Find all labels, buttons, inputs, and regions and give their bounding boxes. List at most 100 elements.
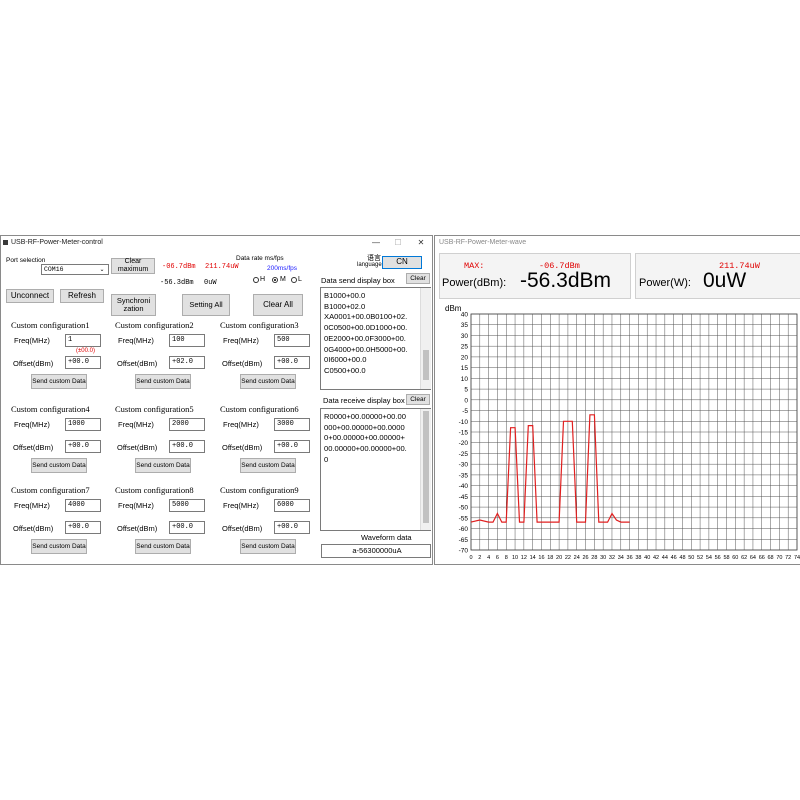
sync-button[interactable]: Synchroni zation <box>111 294 156 316</box>
config-9-offset-input[interactable]: +00.0 <box>274 521 310 534</box>
minimize-button[interactable]: — <box>366 236 386 250</box>
config-5-freq-input[interactable]: 2000 <box>169 418 205 431</box>
config-1-send-button[interactable]: Send custom Data <box>31 374 87 389</box>
config-3-offset-value: +00.0 <box>277 358 299 366</box>
config-8-title: Custom configuration8 <box>115 485 194 495</box>
config-3-offset-input[interactable]: +00.0 <box>274 356 310 369</box>
x-tick-label: 10 <box>512 555 518 561</box>
x-tick-label: 48 <box>679 555 685 561</box>
y-tick-label: -15 <box>459 430 469 437</box>
send-scrollbar[interactable] <box>420 288 431 389</box>
y-tick-label: -20 <box>459 440 469 447</box>
clear-all-button[interactable]: Clear All <box>253 294 303 316</box>
wave-max-label: MAX: <box>464 261 485 271</box>
setting-all-button[interactable]: Setting All <box>182 294 230 316</box>
config-8-offset-label: Offset(dBm) <box>117 524 158 533</box>
x-tick-label: 52 <box>697 555 703 561</box>
y-tick-label: -40 <box>459 483 469 490</box>
config-8-offset-value: +00.0 <box>172 523 194 531</box>
radio-l-label: L <box>298 276 302 283</box>
config-5-send-button[interactable]: Send custom Data <box>135 458 191 473</box>
recv-line: 000+00.00000+00.0000 <box>324 422 405 432</box>
maximize-button[interactable]: ☐ <box>388 236 408 250</box>
send-box-label: Data send display box <box>321 276 395 285</box>
config-2-title: Custom configuration2 <box>115 320 194 330</box>
x-tick-label: 68 <box>768 555 774 561</box>
y-tick-label: 10 <box>461 376 469 383</box>
config-9-offset-label: Offset(dBm) <box>222 524 263 533</box>
radio-m[interactable] <box>272 277 278 283</box>
config-6-send-button[interactable]: Send custom Data <box>240 458 296 473</box>
x-tick-label: 72 <box>785 555 791 561</box>
clear-max-button[interactable]: Clear maximum <box>111 258 155 274</box>
config-4-freq-label: Freq(MHz) <box>14 420 50 429</box>
lang-button[interactable]: CN <box>382 256 422 269</box>
config-2-offset-input[interactable]: +02.0 <box>169 356 205 369</box>
waveform-label: Waveform data <box>361 533 412 542</box>
x-tick-label: 56 <box>715 555 721 561</box>
config-5-offset-value: +00.0 <box>172 442 194 450</box>
send-clear-button[interactable]: Clear <box>406 273 430 284</box>
x-tick-label: 46 <box>671 555 677 561</box>
y-tick-label: -25 <box>459 451 469 458</box>
close-button[interactable]: ✕ <box>411 236 431 250</box>
config-4-send-button[interactable]: Send custom Data <box>31 458 87 473</box>
radio-l[interactable] <box>291 277 297 283</box>
config-5-freq-label: Freq(MHz) <box>118 420 154 429</box>
power-dbm-label: Power(dBm): <box>442 277 507 289</box>
config-9-offset-value: +00.0 <box>277 523 299 531</box>
config-5-offset-input[interactable]: +00.0 <box>169 440 205 453</box>
x-tick-label: 50 <box>688 555 694 561</box>
send-scroll-thumb[interactable] <box>423 350 429 380</box>
x-tick-label: 2 <box>478 555 481 561</box>
lang-sub: language <box>357 262 382 268</box>
send-textbox[interactable]: B1000+00.0 B1000+02.0 XA0001+00.0B0100+02.… <box>320 287 431 390</box>
x-tick-label: 36 <box>627 555 633 561</box>
x-tick-label: 58 <box>723 555 729 561</box>
config-4-offset-label: Offset(dBm) <box>13 443 54 452</box>
config-6-title: Custom configuration6 <box>220 404 299 414</box>
config-6-offset-input[interactable]: +00.0 <box>274 440 310 453</box>
recv-scroll-thumb[interactable] <box>423 411 429 523</box>
config-2-freq-input[interactable]: 100 <box>169 334 205 347</box>
config-9-freq-input[interactable]: 6000 <box>274 499 310 512</box>
config-8-freq-input[interactable]: 5000 <box>169 499 205 512</box>
port-select[interactable]: COM16 ⌄ <box>41 264 109 275</box>
config-4-freq-value: 1000 <box>68 420 85 428</box>
y-tick-label: 20 <box>461 354 469 361</box>
config-2-send-button[interactable]: Send custom Data <box>135 374 191 389</box>
waveform-field[interactable]: a-56300000uA <box>321 544 431 558</box>
config-3-send-button[interactable]: Send custom Data <box>240 374 296 389</box>
config-7-freq-label: Freq(MHz) <box>14 501 50 510</box>
y-tick-label: -5 <box>462 408 468 415</box>
config-1-freq-input[interactable]: 1 <box>65 334 101 347</box>
max-uw: 211.74uW <box>205 263 239 271</box>
config-6-freq-input[interactable]: 3000 <box>274 418 310 431</box>
radio-h[interactable] <box>253 277 259 283</box>
config-4-title: Custom configuration4 <box>11 404 90 414</box>
config-6-freq-label: Freq(MHz) <box>223 420 259 429</box>
y-tick-label: -70 <box>459 548 469 555</box>
config-9-send-button[interactable]: Send custom Data <box>240 539 296 554</box>
x-tick-label: 6 <box>496 555 499 561</box>
recv-textbox[interactable]: R0000+00.00000+00.00 000+00.00000+00.0000… <box>320 408 431 531</box>
config-8-offset-input[interactable]: +00.0 <box>169 521 205 534</box>
config-7-freq-input[interactable]: 4000 <box>65 499 101 512</box>
send-line: XA0001+00.0B0100+02. <box>324 312 408 322</box>
refresh-button[interactable]: Refresh <box>60 289 104 303</box>
config-4-freq-input[interactable]: 1000 <box>65 418 101 431</box>
config-7-offset-input[interactable]: +00.0 <box>65 521 101 534</box>
control-window: USB-RF-Power-Meter-control — ☐ ✕ Port se… <box>0 235 433 565</box>
unconnect-button[interactable]: Unconnect <box>6 289 54 303</box>
config-7-send-button[interactable]: Send custom Data <box>31 539 87 554</box>
y-tick-label: -50 <box>459 505 469 512</box>
x-tick-label: 38 <box>635 555 641 561</box>
config-3-freq-input[interactable]: 500 <box>274 334 310 347</box>
recv-clear-button[interactable]: Clear <box>406 394 430 405</box>
y-tick-label: 15 <box>461 365 469 372</box>
send-line: 0G4000+00.0H5000+00. <box>324 344 408 354</box>
recv-scrollbar[interactable] <box>420 409 431 530</box>
config-8-send-button[interactable]: Send custom Data <box>135 539 191 554</box>
config-1-offset-input[interactable]: +00.0 <box>65 356 101 369</box>
config-4-offset-input[interactable]: +00.0 <box>65 440 101 453</box>
